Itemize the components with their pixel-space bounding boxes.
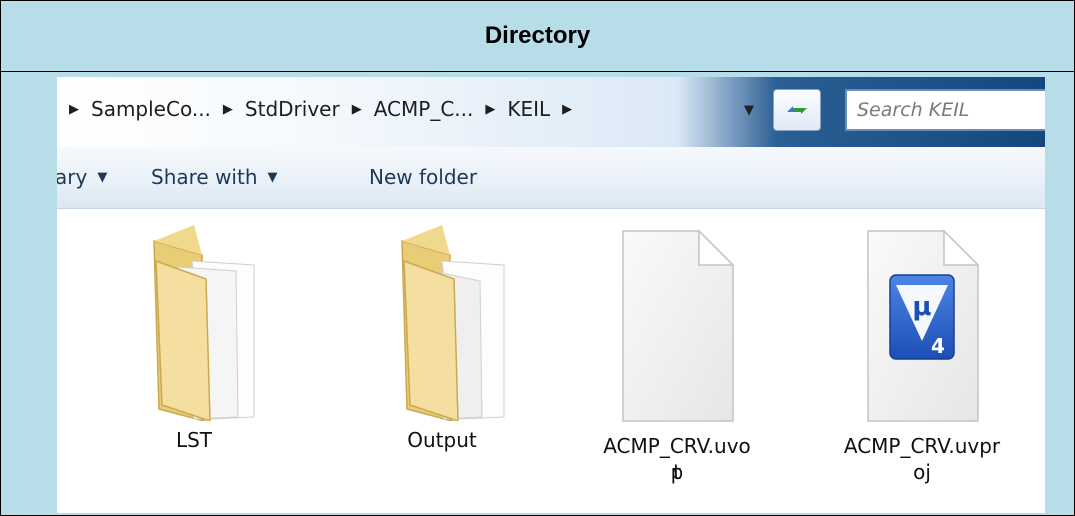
file-item-output[interactable]: Output (362, 221, 522, 461)
share-with-label: Share with (151, 165, 258, 189)
directory-table: Directory ▶ SampleCo... ▶ StdDriver ▶ AC… (0, 0, 1075, 516)
file-name-line-2: t (673, 460, 681, 484)
file-item-lst[interactable]: LST (114, 221, 274, 461)
address-dropdown-button[interactable]: ▼ (729, 91, 769, 129)
command-toolbar: ary ▼ Share with ▼ New folder (57, 147, 1045, 209)
svg-text:μ: μ (912, 292, 931, 322)
keil-uvision-icon: μ 4 (867, 229, 980, 422)
breadcrumb-arrow-icon[interactable]: ▶ (485, 102, 495, 117)
chevron-down-icon: ▼ (744, 102, 754, 118)
explorer-window: ▶ SampleCo... ▶ StdDriver ▶ ACMP_C... ▶ … (57, 77, 1045, 513)
file-name-line-1: ACMP_CRV.uvpr (843, 434, 1001, 458)
folder-icon (401, 225, 505, 421)
library-label: ary (57, 165, 88, 189)
refresh-button[interactable] (773, 89, 821, 131)
file-name-line-2: oj (913, 460, 931, 484)
search-input[interactable]: Search KEIL (845, 89, 1045, 131)
file-item-uvproj[interactable]: μ 4 ACMP_CRV.uvpr oj (842, 229, 1002, 489)
new-folder-button[interactable]: New folder (369, 165, 477, 189)
refresh-icon (787, 106, 807, 114)
breadcrumb-arrow-icon[interactable]: ▶ (69, 102, 79, 117)
search-placeholder: Search KEIL (857, 99, 970, 121)
breadcrumb-item-keil[interactable]: KEIL (507, 97, 550, 121)
blank-file-icon (622, 229, 735, 422)
share-with-menu[interactable]: Share with ▼ (151, 165, 278, 189)
new-folder-label: New folder (369, 165, 478, 189)
breadcrumb-item-stddriver[interactable]: StdDriver (245, 97, 340, 121)
breadcrumb: ▶ SampleCo... ▶ StdDriver ▶ ACMP_C... ▶ … (57, 87, 584, 131)
breadcrumb-arrow-icon[interactable]: ▶ (223, 102, 233, 117)
table-title: Directory (1, 1, 1074, 72)
breadcrumb-arrow-icon[interactable]: ▶ (562, 102, 572, 117)
chevron-down-icon: ▼ (267, 169, 278, 185)
svg-text:4: 4 (931, 334, 945, 358)
library-menu[interactable]: ary ▼ (57, 165, 107, 189)
file-name: LST (175, 428, 213, 452)
breadcrumb-item-sampleco[interactable]: SampleCo... (91, 97, 211, 121)
breadcrumb-arrow-icon[interactable]: ▶ (352, 102, 362, 117)
address-bar: ▶ SampleCo... ▶ StdDriver ▶ ACMP_C... ▶ … (57, 77, 1045, 147)
folder-icon (153, 225, 255, 421)
breadcrumb-item-acmp[interactable]: ACMP_C... (374, 97, 474, 121)
file-name: Output (407, 428, 477, 452)
chevron-down-icon: ▼ (97, 169, 108, 185)
file-item-uvopt[interactable]: ACMP_CRV.uvop t (597, 229, 757, 489)
